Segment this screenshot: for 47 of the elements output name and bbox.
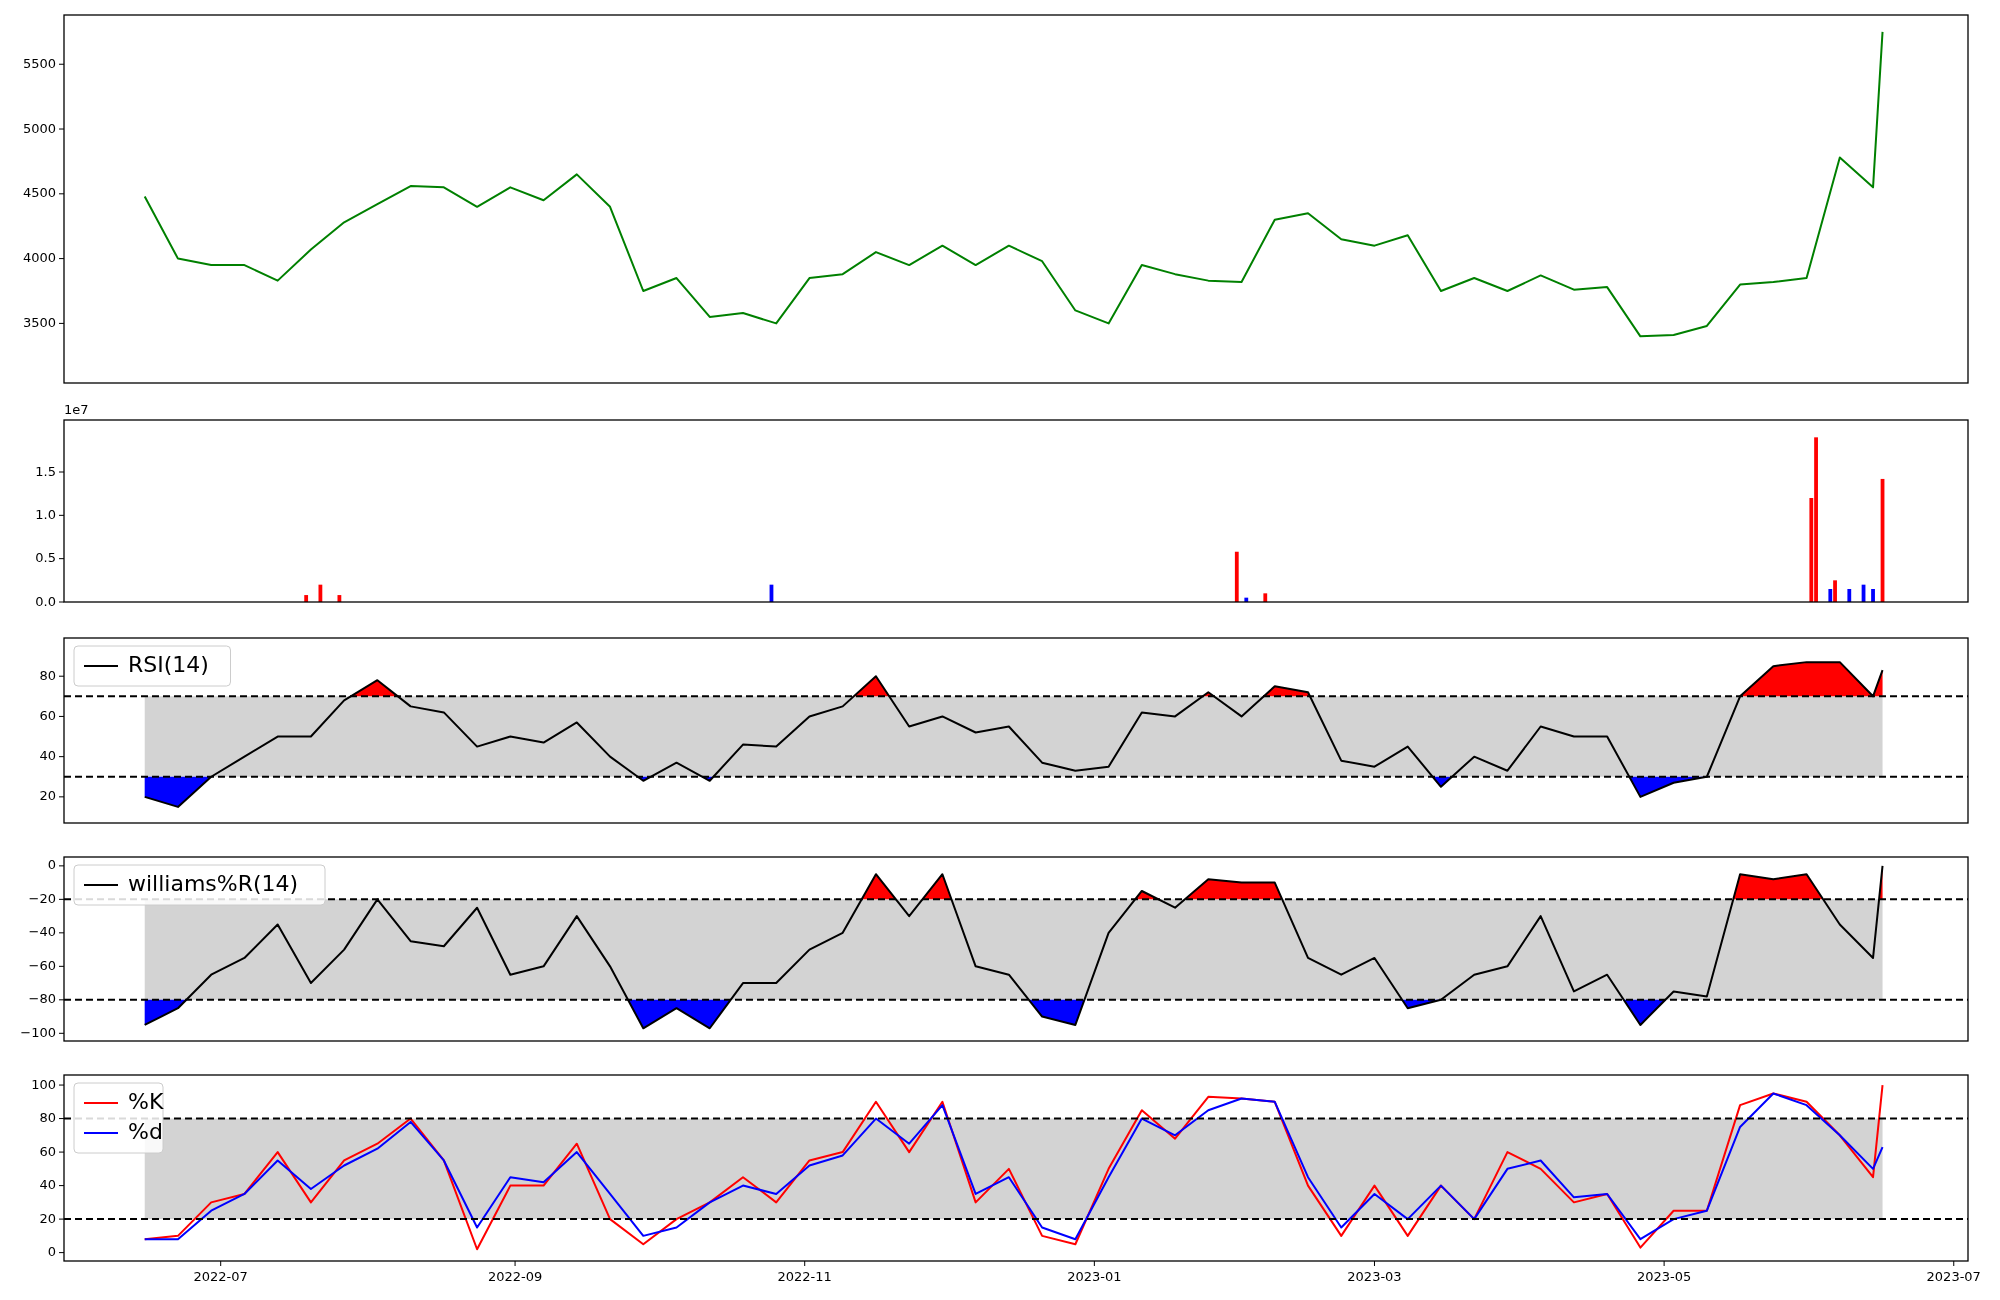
y-tick-label: 5000 — [22, 120, 56, 136]
y-tick-label: 4000 — [22, 250, 56, 266]
volume-bar — [1244, 597, 1249, 602]
volume-bar — [1263, 593, 1268, 602]
y-tick-label: 1.0 — [35, 506, 56, 522]
y-tick-label: −80 — [28, 991, 56, 1007]
volume-bar — [1861, 584, 1866, 602]
y-tick-label: −40 — [28, 924, 56, 940]
volume-bar — [769, 584, 774, 602]
y-tick-label: −100 — [20, 1024, 56, 1040]
y-tick-label: 80 — [39, 667, 56, 683]
y-tick-label: 80 — [39, 1110, 56, 1126]
x-tick-label: 2023-07 — [1926, 1269, 1981, 1284]
x-tick-label: 2023-01 — [1067, 1269, 1122, 1284]
y-tick-label: 60 — [39, 707, 56, 723]
x-tick-label: 2022-11 — [777, 1269, 832, 1284]
x-tick-label: 2023-03 — [1347, 1269, 1402, 1284]
y-tick-label: 0.5 — [35, 550, 56, 566]
volume-bar — [318, 584, 323, 602]
volume-bar — [1871, 589, 1875, 602]
y-tick-label: 0.0 — [35, 593, 56, 609]
legend-label: %K — [128, 1089, 164, 1114]
x-tick-label: 2022-09 — [487, 1269, 543, 1284]
volume-bar — [1234, 551, 1239, 602]
axis-offset-label: 1e7 — [64, 402, 89, 417]
y-tick-label: 40 — [39, 748, 56, 764]
x-tick-label: 2023-05 — [1636, 1269, 1692, 1284]
y-tick-label: −60 — [28, 957, 56, 973]
volume-bar — [337, 595, 342, 602]
legend-label: williams%R(14) — [128, 871, 299, 896]
y-tick-label: 1.5 — [35, 463, 56, 479]
y-tick-label: 3500 — [22, 314, 56, 330]
x-tick-label: 2022-07 — [193, 1269, 248, 1284]
y-tick-label: 4500 — [22, 185, 56, 201]
y-tick-label: 40 — [39, 1177, 56, 1193]
y-tick-label: 20 — [39, 788, 56, 804]
y-tick-label: −20 — [28, 890, 56, 906]
legend-label: %d — [128, 1119, 163, 1144]
y-tick-label: 60 — [39, 1143, 56, 1159]
y-tick-label: 100 — [31, 1076, 56, 1092]
volume-bar — [304, 595, 309, 602]
y-tick-label: 0 — [47, 1244, 56, 1260]
volume-bar — [1847, 589, 1852, 602]
y-tick-label: 0 — [47, 857, 56, 873]
y-tick-label: 5500 — [22, 55, 56, 71]
y-tick-label: 20 — [39, 1210, 56, 1226]
legend-label: RSI(14) — [128, 652, 209, 677]
